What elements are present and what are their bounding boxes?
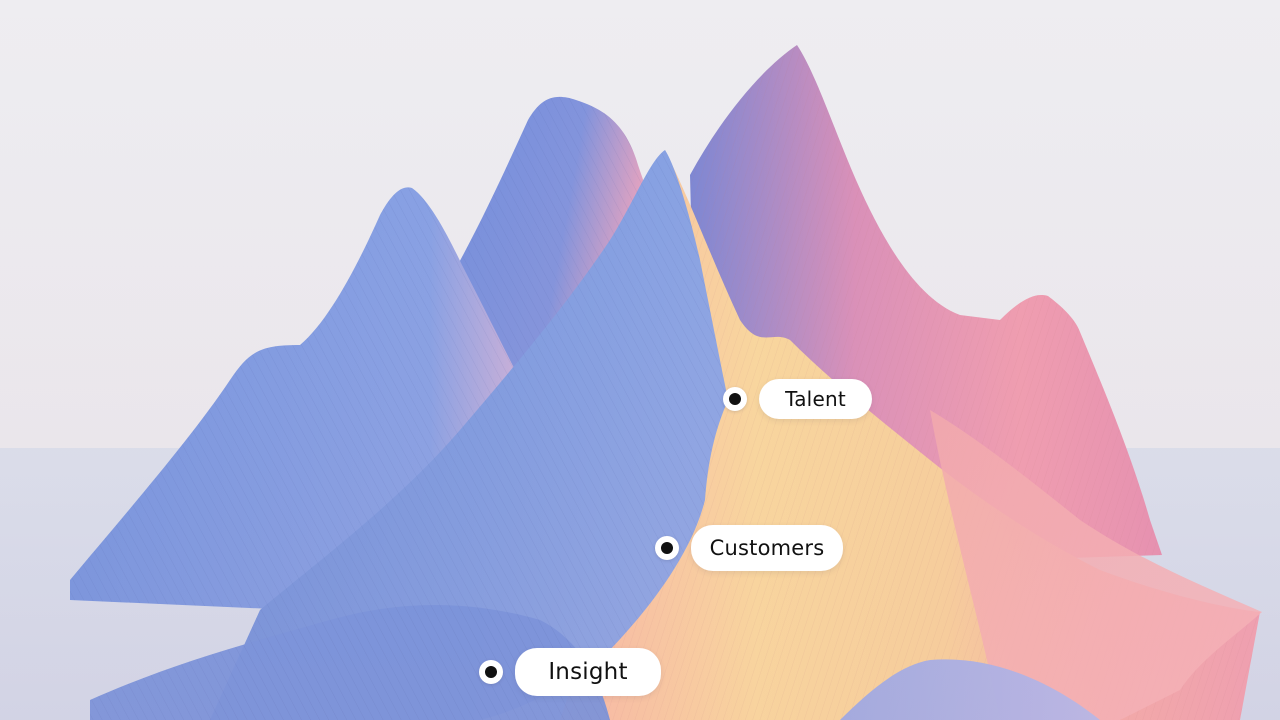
insight-marker[interactable]: Insight [479,648,661,696]
customers-label[interactable]: Customers [691,525,843,571]
location-dot-icon[interactable] [723,387,747,411]
talent-label[interactable]: Talent [759,379,872,419]
mountain-scene [0,0,1280,720]
insight-label[interactable]: Insight [515,648,661,696]
customers-marker[interactable]: Customers [655,525,843,571]
location-dot-icon[interactable] [655,536,679,560]
talent-marker[interactable]: Talent [723,379,872,419]
location-dot-icon[interactable] [479,660,503,684]
